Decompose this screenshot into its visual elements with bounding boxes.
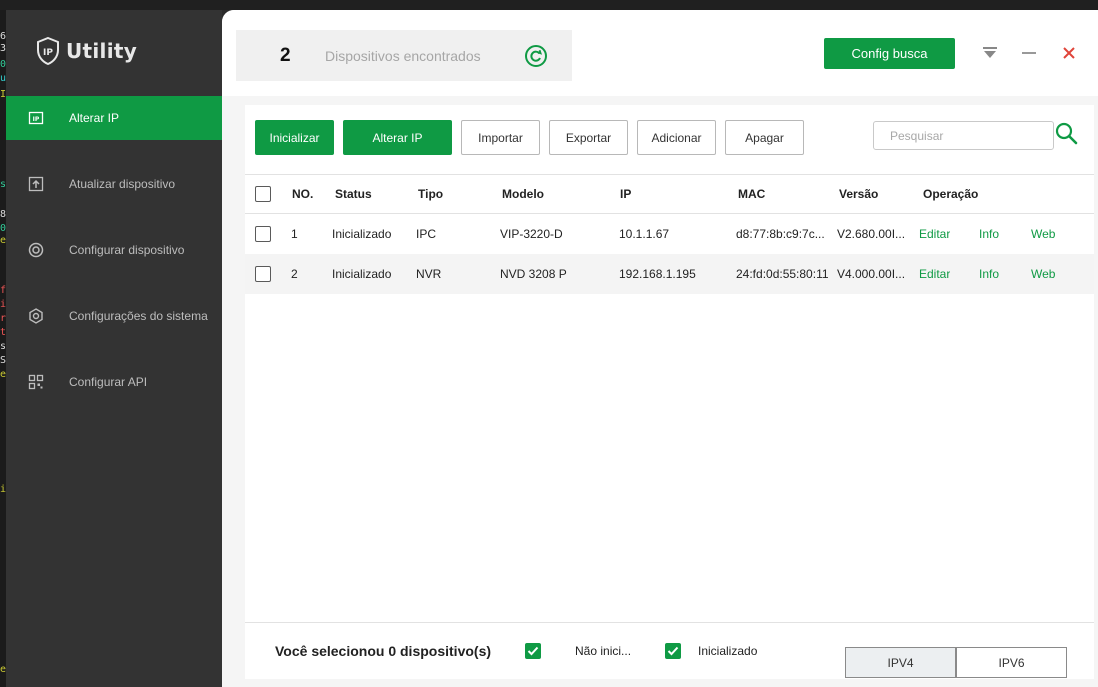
row-checkbox[interactable] [255, 226, 271, 242]
import-button[interactable]: Importar [461, 120, 540, 155]
devices-found-box: 2 Dispositivos encontrados [236, 30, 572, 81]
search-icon[interactable] [1054, 121, 1078, 145]
background-terminal-top [0, 0, 1098, 10]
target-circle-icon [28, 242, 44, 258]
sidebar-item-configuracoes-sistema[interactable]: Configurações do sistema [6, 294, 222, 338]
refresh-icon[interactable] [524, 44, 548, 68]
web-link[interactable]: Web [1031, 254, 1055, 294]
hexagon-gear-icon [28, 308, 44, 324]
logo-mark: IP [43, 48, 53, 58]
cell-version: V2.680.00I... [837, 227, 906, 241]
column-header-no: NO. [292, 187, 314, 201]
app-logo: IP Utility [36, 36, 137, 66]
sidebar-item-label: Configurar API [69, 375, 148, 389]
sidebar-item-configurar-dispositivo[interactable]: Configurar dispositivo [6, 228, 222, 272]
cell-status: Inicializado [332, 227, 392, 241]
device-count-label: Dispositivos encontrados [325, 47, 481, 64]
checkmark-icon [527, 646, 539, 656]
table-footer: Você selecionou 0 dispositivo(s) Não ini… [245, 622, 1094, 679]
select-all-checkbox[interactable] [255, 186, 271, 202]
cell-model: VIP-3220-D [500, 227, 563, 241]
column-header-version: Versão [839, 187, 879, 201]
close-icon[interactable] [1060, 44, 1078, 62]
delete-button[interactable]: Apagar [725, 120, 804, 155]
column-header-mac: MAC [738, 187, 766, 201]
main-window: 2 Dispositivos encontrados Config busca … [222, 10, 1098, 687]
search-input[interactable] [873, 121, 1054, 150]
web-link[interactable]: Web [1031, 214, 1055, 254]
ip-card-icon: IP [28, 110, 44, 126]
cell-ip: 10.1.1.67 [619, 227, 670, 241]
cell-type: NVR [416, 267, 442, 281]
cell-mac: d8:77:8b:c9:7c... [736, 227, 825, 241]
svg-text:IP: IP [33, 116, 40, 123]
filter-initialized-label: Inicializado [698, 644, 758, 658]
column-header-ip: IP [620, 187, 632, 201]
sidebar-item-label: Atualizar dispositivo [69, 177, 176, 191]
device-count: 2 [280, 44, 291, 66]
info-link[interactable]: Info [979, 254, 999, 294]
header-bar: 2 Dispositivos encontrados Config busca [222, 10, 1098, 96]
sidebar: IP Utility IP Alterar IP Atualizar dispo… [6, 10, 222, 687]
filter-uninitialized-checkbox[interactable] [525, 643, 541, 659]
column-header-model: Modelo [502, 187, 544, 201]
upload-box-icon [28, 176, 44, 192]
edit-link[interactable]: Editar [919, 214, 950, 254]
ipv4-tab[interactable]: IPV4 [845, 647, 956, 678]
add-button[interactable]: Adicionar [637, 120, 716, 155]
minimize-icon[interactable] [1020, 44, 1038, 62]
selection-summary: Você selecionou 0 dispositivo(s) [275, 643, 492, 659]
ipv6-tab[interactable]: IPV6 [956, 647, 1067, 678]
change-ip-button[interactable]: Alterar IP [343, 120, 452, 155]
filter-initialized-checkbox[interactable] [665, 643, 681, 659]
table-header: NO. Status Tipo Modelo IP MAC Versão Ope… [245, 174, 1094, 214]
sidebar-item-label: Configurações do sistema [69, 309, 208, 323]
column-header-status: Status [335, 187, 372, 201]
cell-version: V4.000.00I... [837, 267, 906, 281]
ip-shield-icon: IP [37, 37, 59, 65]
cell-ip: 192.168.1.195 [619, 267, 696, 281]
initialize-button[interactable]: Inicializar [255, 120, 334, 155]
config-search-button[interactable]: Config busca [824, 38, 955, 69]
sidebar-item-configurar-api[interactable]: Configurar API [6, 360, 222, 404]
column-header-operation: Operação [923, 187, 979, 201]
cell-no: 2 [291, 267, 298, 281]
filter-uninitialized-label: Não inici... [575, 644, 632, 658]
sidebar-item-atualizar-dispositivo[interactable]: Atualizar dispositivo [6, 162, 222, 206]
dropdown-menu-icon[interactable] [981, 44, 999, 62]
device-panel: Inicializar Alterar IP Importar Exportar… [245, 105, 1094, 679]
table-row: 2 Inicializado NVR NVD 3208 P 192.168.1.… [245, 254, 1094, 294]
sidebar-item-alterar-ip[interactable]: IP Alterar IP [6, 96, 222, 140]
checkmark-icon [667, 646, 679, 656]
app-title: Utility [66, 39, 138, 63]
qr-grid-icon [28, 374, 44, 390]
table-row: 1 Inicializado IPC VIP-3220-D 10.1.1.67 … [245, 214, 1094, 254]
cell-no: 1 [291, 227, 298, 241]
edit-link[interactable]: Editar [919, 254, 950, 294]
column-header-type: Tipo [418, 187, 444, 201]
cell-type: IPC [416, 227, 437, 241]
sidebar-item-label: Configurar dispositivo [69, 243, 185, 257]
row-checkbox[interactable] [255, 266, 271, 282]
cell-mac: 24:fd:0d:55:80:11 [736, 267, 829, 281]
cell-status: Inicializado [332, 267, 392, 281]
export-button[interactable]: Exportar [549, 120, 628, 155]
info-link[interactable]: Info [979, 214, 999, 254]
cell-model: NVD 3208 P [500, 267, 567, 281]
sidebar-item-label: Alterar IP [69, 111, 120, 125]
